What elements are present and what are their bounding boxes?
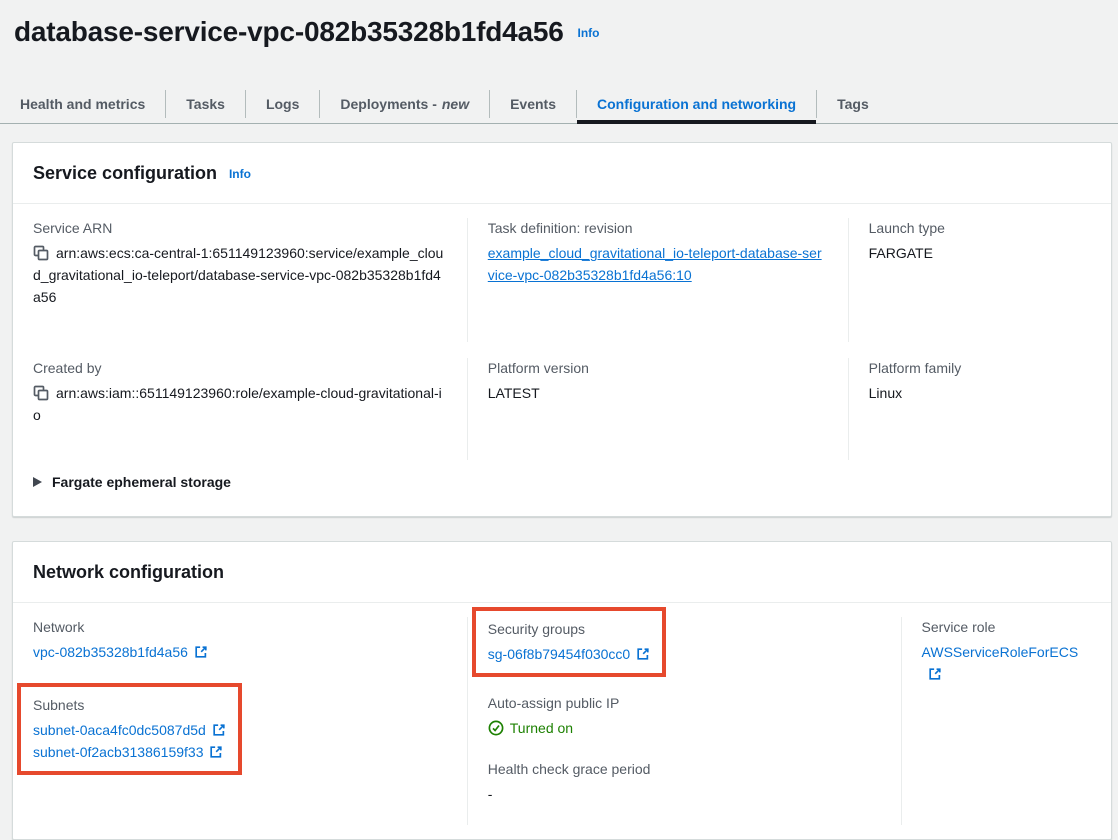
platform-family-value: Linux [869, 382, 1071, 404]
caret-right-icon [33, 477, 42, 487]
page-header: database-service-vpc-082b35328b1fd4a56 I… [0, 0, 1118, 48]
auto-assign-status-text: Turned on [510, 717, 573, 739]
tab-deployments-label: Deployments - [340, 96, 436, 112]
platform-version-field: Platform version LATEST [488, 358, 828, 404]
subnet-link-2[interactable]: subnet-0f2acb31386159f33 [33, 741, 226, 763]
check-circle-icon [488, 720, 504, 736]
task-definition-link[interactable]: example_cloud_gravitational_io-teleport-… [488, 242, 828, 286]
service-configuration-header: Service configuration Info [13, 143, 1111, 204]
network-field: Network vpc-082b35328b1fd4a56 [33, 617, 447, 663]
platform-family-label: Platform family [869, 358, 1071, 378]
network-label: Network [33, 617, 447, 637]
external-link-icon [928, 667, 942, 681]
created-by-text: arn:aws:iam::651149123960:role/example-c… [33, 385, 442, 423]
task-definition-label: Task definition: revision [488, 218, 828, 238]
created-by-value: arn:aws:iam::651149123960:role/example-c… [33, 382, 447, 426]
service-configuration-title: Service configuration [33, 163, 217, 183]
network-configuration-title: Network configuration [33, 562, 224, 582]
launch-type-value: FARGATE [869, 242, 1071, 264]
service-role-field: Service role AWSServiceRoleForECS [922, 617, 1071, 685]
tab-logs[interactable]: Logs [246, 84, 319, 123]
created-by-cell: Created by arn:aws:iam::651149123960:rol… [33, 358, 467, 460]
network-configuration-card: Network configuration Network vpc-082b35… [12, 541, 1112, 840]
created-by-field: Created by arn:aws:iam::651149123960:rol… [33, 358, 447, 426]
security-group-link[interactable]: sg-06f8b79454f030cc0 [488, 646, 650, 662]
launch-type-label: Launch type [869, 218, 1071, 238]
security-group-link-text: sg-06f8b79454f030cc0 [488, 646, 630, 662]
network-configuration-body: Network vpc-082b35328b1fd4a56 Subnets su… [13, 603, 1111, 839]
page-title: database-service-vpc-082b35328b1fd4a56 [14, 16, 564, 47]
service-configuration-body: Service ARN arn:aws:ecs:ca-central-1:651… [13, 204, 1111, 460]
subnets-label: Subnets [33, 695, 226, 715]
external-link-icon [212, 723, 226, 737]
service-arn-cell: Service ARN arn:aws:ecs:ca-central-1:651… [33, 218, 467, 342]
platform-family-cell: Platform family Linux [848, 358, 1091, 460]
health-check-grace-period-field: Health check grace period - [488, 759, 881, 805]
platform-version-cell: Platform version LATEST [467, 358, 848, 460]
tab-deployments[interactable]: Deployments - new [320, 84, 489, 123]
tab-tags[interactable]: Tags [817, 84, 889, 123]
task-definition-cell: Task definition: revision example_cloud_… [467, 218, 848, 342]
created-by-label: Created by [33, 358, 447, 378]
page-info-link[interactable]: Info [578, 26, 600, 40]
service-role-link[interactable]: AWSServiceRoleForECS [922, 644, 1079, 682]
service-role-link-text: AWSServiceRoleForECS [922, 644, 1079, 660]
ecs-service-page: database-service-vpc-082b35328b1fd4a56 I… [0, 0, 1118, 840]
service-arn-label: Service ARN [33, 218, 447, 238]
tab-events[interactable]: Events [490, 84, 576, 123]
service-configuration-card: Service configuration Info Service ARN a… [12, 142, 1112, 517]
copy-icon[interactable] [33, 245, 49, 261]
external-link-icon [636, 647, 650, 661]
service-configuration-info-link[interactable]: Info [229, 167, 251, 181]
security-groups-label: Security groups [488, 619, 650, 639]
auto-assign-public-ip-field: Auto-assign public IP Turned on [488, 693, 881, 739]
subnet-link-1-text: subnet-0aca4fc0dc5087d5d [33, 722, 206, 738]
launch-type-cell: Launch type FARGATE [848, 218, 1091, 342]
platform-version-value: LATEST [488, 382, 828, 404]
security-groups-highlight-box: Security groups sg-06f8b79454f030cc0 [472, 607, 666, 677]
service-arn-text: arn:aws:ecs:ca-central-1:651149123960:se… [33, 245, 443, 305]
external-link-icon [194, 645, 208, 659]
network-configuration-header: Network configuration [13, 542, 1111, 603]
service-role-label: Service role [922, 617, 1071, 637]
subnet-link-2-text: subnet-0f2acb31386159f33 [33, 744, 203, 760]
service-arn-value: arn:aws:ecs:ca-central-1:651149123960:se… [33, 242, 447, 308]
security-and-ip-cell: Security groups sg-06f8b79454f030cc0 Aut… [467, 617, 901, 825]
tab-health-and-metrics[interactable]: Health and metrics [0, 84, 165, 123]
service-configuration-row-2: Created by arn:aws:iam::651149123960:rol… [33, 358, 1091, 460]
task-definition-field: Task definition: revision example_cloud_… [488, 218, 828, 286]
auto-assign-public-ip-label: Auto-assign public IP [488, 693, 881, 713]
service-role-cell: Service role AWSServiceRoleForECS [901, 617, 1091, 825]
service-arn-field: Service ARN arn:aws:ecs:ca-central-1:651… [33, 218, 447, 308]
tab-configuration-and-networking[interactable]: Configuration and networking [577, 84, 816, 123]
service-configuration-row-1: Service ARN arn:aws:ecs:ca-central-1:651… [33, 218, 1091, 342]
copy-icon[interactable] [33, 385, 49, 401]
subnets-highlight-box: Subnets subnet-0aca4fc0dc5087d5d subnet-… [17, 683, 242, 775]
tab-tasks[interactable]: Tasks [166, 84, 245, 123]
platform-family-field: Platform family Linux [869, 358, 1071, 404]
tab-bar: Health and metrics Tasks Logs Deployment… [0, 84, 1118, 124]
subnet-link-1[interactable]: subnet-0aca4fc0dc5087d5d [33, 719, 226, 741]
fargate-ephemeral-storage-label: Fargate ephemeral storage [52, 474, 231, 490]
fargate-ephemeral-storage-expander[interactable]: Fargate ephemeral storage [13, 460, 1111, 516]
health-check-grace-period-value: - [488, 783, 881, 805]
tab-deployments-new-note: new [442, 96, 469, 112]
platform-version-label: Platform version [488, 358, 828, 378]
auto-assign-public-ip-value: Turned on [488, 717, 881, 739]
network-cell: Network vpc-082b35328b1fd4a56 Subnets su… [33, 617, 467, 825]
vpc-link[interactable]: vpc-082b35328b1fd4a56 [33, 644, 208, 660]
vpc-link-text: vpc-082b35328b1fd4a56 [33, 644, 188, 660]
health-check-grace-period-label: Health check grace period [488, 759, 881, 779]
external-link-icon [209, 745, 223, 759]
launch-type-field: Launch type FARGATE [869, 218, 1071, 264]
